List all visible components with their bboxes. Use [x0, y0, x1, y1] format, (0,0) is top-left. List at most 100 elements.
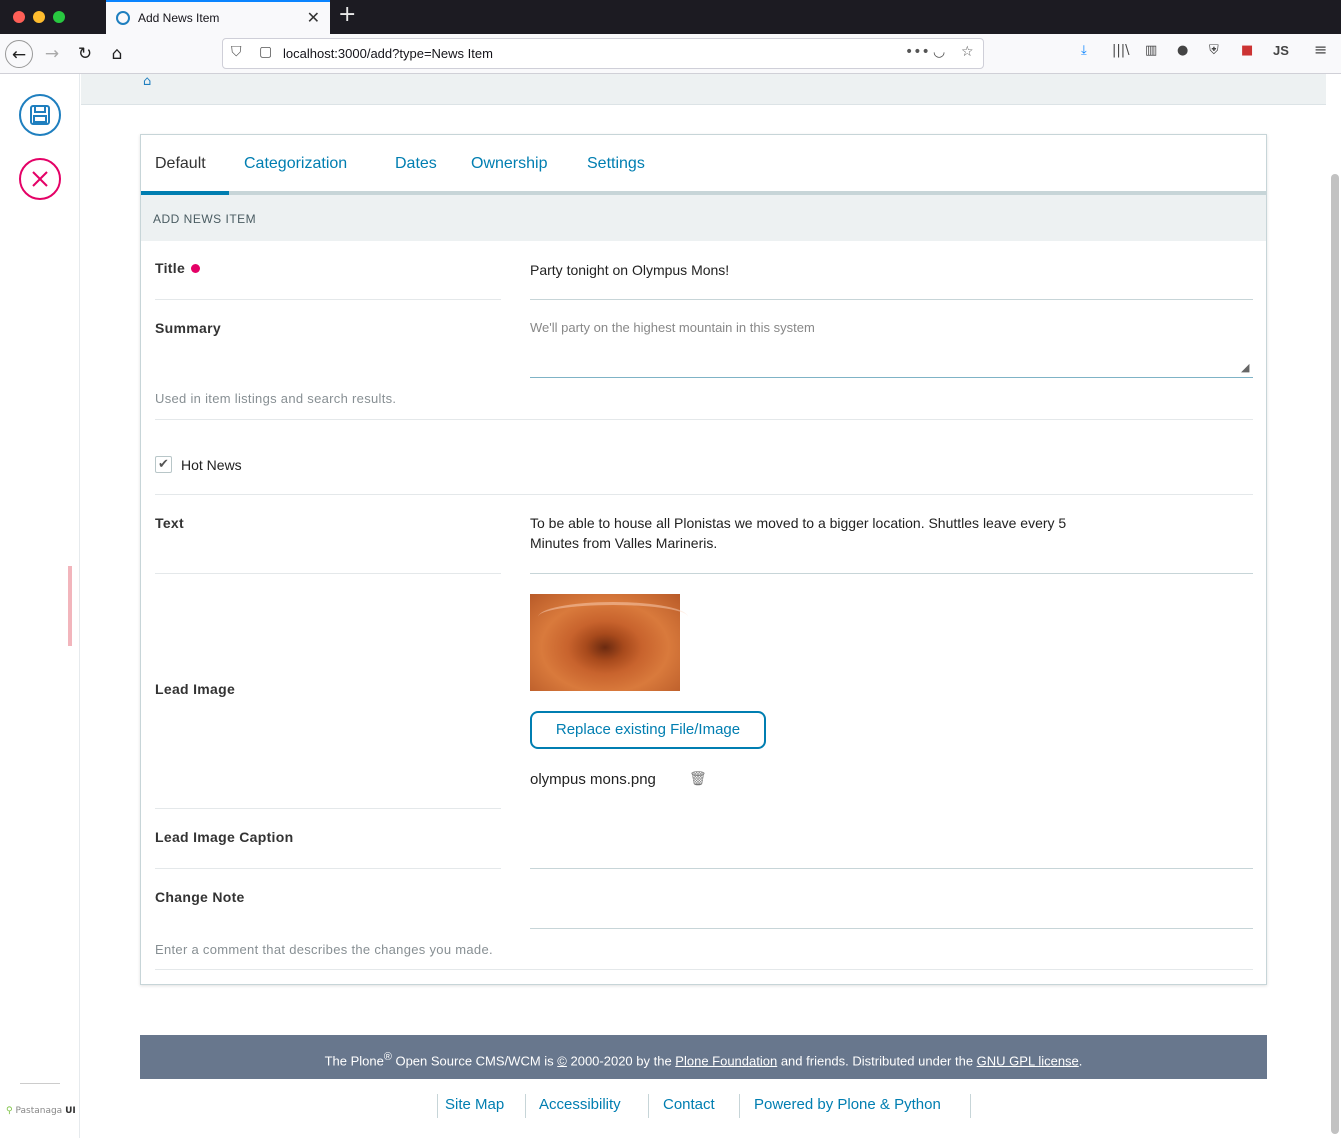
home-icon[interactable]: ⌂ [103, 40, 131, 68]
bookmark-star-icon[interactable]: ☆ [961, 44, 974, 60]
text-richtext[interactable]: To be able to house all Plonistas we mov… [530, 513, 1066, 553]
js-extension-icon[interactable]: JS [1273, 43, 1289, 58]
save-button[interactable] [19, 94, 61, 136]
cancel-button[interactable] [19, 158, 61, 200]
contact-link[interactable]: Contact [663, 1096, 715, 1113]
hot-news-checkbox[interactable]: ✔ [155, 456, 172, 473]
pocket-icon[interactable]: ◡ [933, 44, 945, 60]
summary-label: Summary [155, 320, 221, 336]
divider [155, 299, 501, 300]
divider [155, 419, 1253, 420]
section-header: ADD NEWS ITEM [141, 195, 1266, 241]
edit-toolbar: ⚲ Pastanaga UI [0, 74, 80, 1138]
hot-news-label: Hot News [181, 457, 242, 473]
pastanaga-logo: ⚲ Pastanaga UI [6, 1106, 76, 1116]
new-tab-button[interactable]: + [338, 2, 356, 27]
tab-categorization[interactable]: Categorization [244, 155, 347, 173]
lead-image-preview [530, 594, 688, 691]
footer-text: and friends. Distributed under the [777, 1053, 977, 1069]
pastanaga-brand-suffix: UI [65, 1106, 76, 1116]
library-icon[interactable]: |||\ [1112, 43, 1130, 58]
trash-icon[interactable]: 🗑 [689, 771, 707, 787]
footer-link-separator [525, 1094, 526, 1118]
maximize-window-button[interactable] [53, 11, 65, 23]
scrollbar[interactable] [1331, 174, 1339, 1134]
url-bar[interactable]: ⛉ ▢ localhost:3000/add?type=News Item ••… [222, 38, 984, 69]
text-line: To be able to house all Plonistas we mov… [530, 515, 1067, 531]
reload-icon[interactable]: ↻ [71, 40, 99, 68]
close-icon [32, 171, 48, 187]
page-actions-icon[interactable]: ••• [905, 44, 930, 60]
extension-icon[interactable]: ■ [1241, 43, 1253, 58]
footer-link-separator [970, 1094, 971, 1118]
forward-icon[interactable]: → [38, 40, 66, 68]
shield-icon[interactable]: ⛉ [231, 44, 242, 60]
plone-favicon-icon [116, 11, 130, 25]
tab-ownership[interactable]: Ownership [471, 155, 547, 173]
browser-tab-title: Add News Item [138, 11, 220, 25]
section-title: ADD NEWS ITEM [153, 212, 257, 226]
divider [155, 969, 1253, 970]
url-text[interactable]: localhost:3000/add?type=News Item [283, 46, 493, 61]
footer-text: Open Source CMS/WCM is [391, 1053, 558, 1069]
page-info-icon[interactable]: ▢ [259, 44, 272, 60]
account-icon[interactable]: ● [1177, 43, 1188, 58]
ublock-icon[interactable]: ⛨ [1209, 43, 1219, 58]
copyright-mark: © [557, 1053, 567, 1069]
minimize-window-button[interactable] [33, 11, 45, 23]
crater-rim [538, 602, 688, 632]
image-filename: olympus mons.png [530, 771, 656, 788]
toolbar-resize-handle[interactable] [68, 566, 72, 646]
plone-foundation-link[interactable]: Plone Foundation [675, 1053, 777, 1068]
resize-handle-icon[interactable]: ◢ [1241, 361, 1249, 374]
footer-text: The Plone [324, 1053, 384, 1069]
footer-text: 2000-2020 by the [566, 1053, 676, 1069]
change-note-label: Change Note [155, 889, 245, 905]
required-indicator-icon [191, 264, 201, 273]
accessibility-link[interactable]: Accessibility [539, 1096, 621, 1113]
sidebar-toggle-icon[interactable]: ▥ [1145, 43, 1157, 58]
replace-image-button[interactable]: Replace existing File/Image [530, 711, 766, 749]
lead-image-caption-input[interactable] [530, 868, 1253, 869]
browser-titlebar: Add News Item ✕ + [0, 0, 1341, 34]
site-map-link[interactable]: Site Map [445, 1096, 504, 1113]
downloads-icon[interactable]: ⤓ [1081, 43, 1087, 58]
divider [155, 868, 501, 869]
summary-textarea-underline [530, 377, 1253, 378]
page: ⚲ Pastanaga UI ⌂ Default Categorization … [0, 74, 1341, 1138]
pastanaga-pin-icon: ⚲ [6, 1106, 13, 1116]
pastanaga-brand-text: Pastanaga [15, 1106, 63, 1116]
text-label: Text [155, 515, 184, 531]
lead-image-label: Lead Image [155, 681, 236, 697]
lead-image-caption-label: Lead Image Caption [155, 829, 294, 845]
change-note-input[interactable] [530, 928, 1253, 929]
summary-help-text: Used in item listings and search results… [155, 391, 397, 406]
footer-link-separator [648, 1094, 649, 1118]
browser-tab[interactable]: Add News Item ✕ [106, 0, 330, 34]
breadcrumb: ⌂ [81, 74, 1326, 105]
powered-by-link[interactable]: Powered by Plone & Python [754, 1096, 941, 1113]
back-icon[interactable]: ← [5, 40, 33, 68]
footer-colophon: The Plone® Open Source CMS/WCM is © 2000… [140, 1035, 1267, 1079]
close-window-button[interactable] [13, 11, 25, 23]
hamburger-menu-icon[interactable]: ≡ [1314, 40, 1327, 59]
tab-settings[interactable]: Settings [587, 155, 645, 173]
title-input-underline [530, 299, 1253, 300]
breadcrumb-home-icon[interactable]: ⌂ [143, 74, 151, 89]
browser-navbar: ← → ↻ ⌂ ⛉ ▢ localhost:3000/add?type=News… [0, 34, 1341, 74]
text-underline [530, 573, 1253, 574]
gpl-license-link[interactable]: GNU GPL license [977, 1053, 1079, 1068]
text-line: Minutes from Valles Marineris. [530, 535, 718, 551]
title-label-text: Title [155, 260, 186, 276]
footer-link-separator [739, 1094, 740, 1118]
divider [155, 808, 501, 809]
summary-textarea[interactable]: We'll party on the highest mountain in t… [530, 320, 815, 335]
change-note-help-text: Enter a comment that describes the chang… [155, 942, 493, 957]
tab-dates[interactable]: Dates [395, 155, 437, 173]
title-input[interactable]: Party tonight on Olympus Mons! [530, 260, 729, 280]
title-label: Title [155, 260, 201, 276]
registered-mark: ® [383, 1051, 392, 1063]
tab-default[interactable]: Default [155, 155, 206, 173]
close-tab-icon[interactable]: ✕ [307, 8, 320, 27]
save-icon [30, 105, 50, 125]
